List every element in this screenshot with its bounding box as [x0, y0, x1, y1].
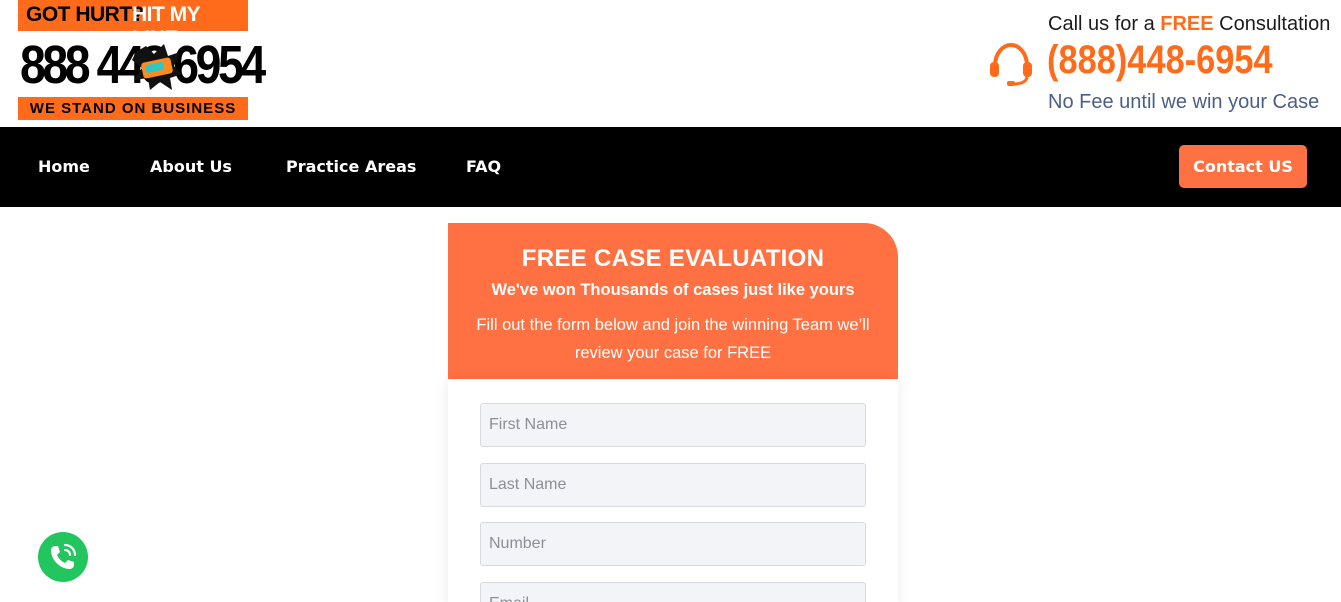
call-suffix: Consultation — [1213, 13, 1331, 35]
logo-bottom-banner: WE STAND ON BUSINESS — [18, 97, 248, 120]
header-phone-link[interactable]: (888)448-6954 — [1047, 38, 1273, 83]
header-contact: Call us for a FREE Consultation (888)448… — [987, 10, 1330, 120]
nav-home[interactable]: Home — [38, 157, 90, 176]
evaluation-subtitle: We've won Thousands of cases just like y… — [491, 281, 855, 299]
floating-call-button[interactable] — [38, 532, 88, 582]
no-fee-text: No Fee until we win your Case — [1048, 91, 1320, 113]
logo-top-left-text: GOT HURT? — [26, 3, 144, 26]
logo-smashed-phone-icon — [132, 44, 182, 90]
case-evaluation-header: FREE CASE EVALUATION We've won Thousands… — [448, 223, 898, 379]
main-nav: Home About Us Practice Areas FAQ Contact… — [0, 127, 1341, 207]
site-header: GOT HURT? HIT MY LINE 888 448 6954 WE ST… — [0, 0, 1341, 127]
free-consultation-text: Call us for a FREE Consultation — [1048, 13, 1330, 36]
site-logo[interactable]: GOT HURT? HIT MY LINE 888 448 6954 WE ST… — [18, 0, 266, 120]
evaluation-title: FREE CASE EVALUATION — [521, 245, 825, 272]
nav-practice-areas[interactable]: Practice Areas — [286, 157, 416, 176]
case-evaluation-form — [448, 379, 898, 602]
email-input[interactable] — [480, 582, 866, 602]
number-input[interactable] — [480, 522, 866, 566]
evaluation-description: Fill out the form below and join the win… — [476, 316, 870, 362]
headset-icon — [990, 42, 1032, 86]
call-prefix: Call us for a — [1048, 13, 1161, 35]
phone-call-icon — [51, 543, 77, 569]
nav-faq[interactable]: FAQ — [466, 157, 501, 176]
contact-us-button[interactable]: Contact US — [1179, 145, 1307, 188]
logo-top-banner: GOT HURT? HIT MY LINE — [18, 0, 248, 50]
nav-about-us[interactable]: About Us — [150, 157, 232, 176]
last-name-input[interactable] — [480, 463, 866, 507]
first-name-input[interactable] — [480, 403, 866, 447]
call-free: FREE — [1160, 13, 1214, 35]
